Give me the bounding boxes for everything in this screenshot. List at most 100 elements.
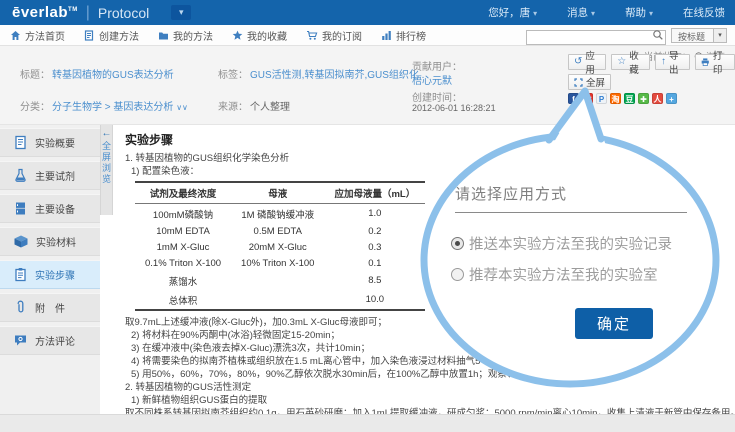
table-row: 1mM X-Gluc20mM X-Gluc0.3 <box>135 239 425 255</box>
nav-my-favorites[interactable]: 我的收藏 <box>232 28 287 43</box>
col-stock: 母液 <box>231 182 324 204</box>
sidebar-item-reagents[interactable]: 主要试剂 <box>0 161 100 190</box>
top-bar: ēverlabTM | Protocol ▾ 您好，唐 ▾ 消息 ▾ 帮助 ▾ … <box>0 0 735 25</box>
product-switch-chevron-icon[interactable]: ▾ <box>171 5 191 20</box>
new-document-icon <box>84 30 95 41</box>
category-label: 分类： <box>20 98 50 113</box>
apply-icon: ↺ <box>574 57 582 67</box>
nav-create-method[interactable]: 创建方法 <box>84 28 139 43</box>
radio-button[interactable] <box>451 237 464 250</box>
contributor-label: 贡献用户： <box>412 58 462 73</box>
method-title-link[interactable]: 转基因植物的GUS表达分析 <box>52 66 174 81</box>
help-menu[interactable]: 帮助 ▾ <box>625 5 653 20</box>
chevron-down-icon: ▾ <box>649 9 653 18</box>
share-xianguo-icon[interactable]: P <box>596 93 607 104</box>
dialog-option-push-to-records[interactable]: 推送本实验方法至我的实验记录 <box>451 233 672 254</box>
sidebar-item-label: 主要试剂 <box>35 168 75 183</box>
table-row: 0.1% Triton X-10010% Triton X-1000.1 <box>135 255 425 271</box>
option-label: 推荐本实验方法至我的实验室 <box>469 264 658 285</box>
step-line: 3) 在缓冲液中(染色液去掉X-Gluc)漂洗3次，共计10min； <box>125 342 735 355</box>
search-icon[interactable] <box>652 29 664 41</box>
chevron-down-icon: ▾ <box>533 9 537 18</box>
dialog-divider <box>455 212 687 213</box>
sidebar-item-steps[interactable]: 实验步骤 <box>0 260 100 289</box>
search-filter-select[interactable]: 按标题 ▾ <box>671 28 727 43</box>
fullscreen-button[interactable]: 全屏 <box>568 74 611 90</box>
favorite-button[interactable]: ☆收藏 <box>611 54 650 70</box>
category-path[interactable]: 分子生物学 > 基因表达分析 ∨∨ <box>52 98 188 113</box>
export-icon: ↑ <box>661 57 666 67</box>
sidebar-item-overview[interactable]: 实验概要 <box>0 128 100 157</box>
nav-rankings[interactable]: 排行榜 <box>381 28 426 43</box>
radio-button[interactable] <box>451 268 464 281</box>
share-taobao-icon[interactable]: 淘 <box>610 93 621 104</box>
cart-icon <box>306 30 318 41</box>
nav-items: 方法首页 创建方法 我的方法 我的收藏 我的订阅 排行榜 <box>10 28 426 43</box>
fullscreen-browse-handle[interactable]: ← 全屏浏览 <box>100 125 113 215</box>
nav-my-subscriptions[interactable]: 我的订阅 <box>306 28 362 43</box>
home-icon <box>10 30 21 41</box>
step-line: 取不同株系转基因拟南芥组织约0.1g，用石英砂研磨；加入1mL提取缓冲液，研成匀… <box>125 407 735 414</box>
search-input[interactable] <box>526 30 666 45</box>
dialog-option-recommend-to-lab[interactable]: 推荐本实验方法至我的实验室 <box>451 264 658 285</box>
footer-strip <box>0 414 735 432</box>
sidebar-item-equipment[interactable]: 主要设备 <box>0 194 100 223</box>
action-buttons: ↺应用 ☆收藏 ↑导出 打印 <box>568 54 735 70</box>
bar-chart-icon <box>381 30 392 41</box>
sidebar-item-label: 主要设备 <box>35 201 75 216</box>
page: ēverlabTM | Protocol ▾ 您好，唐 ▾ 消息 ▾ 帮助 ▾ … <box>0 0 735 432</box>
fullscreen-browse-label: 全屏浏览 <box>100 141 113 185</box>
messages-menu[interactable]: 消息 ▾ <box>567 5 595 20</box>
steps-heading: 实验步骤 <box>125 131 735 148</box>
step-line: 1) 新鲜植物组织GUS蛋白的提取 <box>125 394 735 407</box>
staining-solution-table: 试剂及最终浓度 母液 应加母液量（mL） 100mM磷酸钠1M 磷酸钠缓冲液1.… <box>135 181 425 311</box>
top-menu: 您好，唐 ▾ 消息 ▾ 帮助 ▾ 在线反馈 <box>488 5 725 20</box>
tags-label: 标签： <box>218 66 248 81</box>
box-icon <box>13 234 29 249</box>
comment-icon <box>13 333 28 348</box>
sidebar-item-materials[interactable]: 实验材料 <box>0 227 100 256</box>
title-label: 标题： <box>20 66 50 81</box>
confirm-button[interactable]: 确定 <box>575 308 653 339</box>
logo-group: ēverlabTM | Protocol ▾ <box>12 4 191 22</box>
nav-my-methods[interactable]: 我的方法 <box>158 28 213 43</box>
share-more-icon[interactable]: + <box>666 93 677 104</box>
section-line: 1. 转基因植物的GUS组织化学染色分析 <box>125 152 735 165</box>
print-button[interactable]: 打印 <box>695 54 735 70</box>
share-weibo-icon[interactable]: 微 <box>582 93 593 104</box>
section-line: 2. 转基因植物的GUS活性测定 <box>125 381 735 394</box>
contributor-link[interactable]: 梧心元默 <box>412 72 452 87</box>
share-renren-icon[interactable]: 人 <box>652 93 663 104</box>
user-menu[interactable]: 您好，唐 ▾ <box>488 5 537 20</box>
search-box <box>526 28 666 43</box>
method-tags[interactable]: GUS活性测,转基因拟南芥,GUS组织化.. <box>250 66 424 81</box>
feedback-link[interactable]: 在线反馈 <box>683 5 725 20</box>
apply-button[interactable]: ↺应用 <box>568 54 606 70</box>
printer-icon <box>701 57 710 67</box>
share-douban-icon[interactable]: 豆 <box>624 93 635 104</box>
sidebar-item-attachments[interactable]: 附 件 <box>0 293 100 322</box>
sidebar-item-label: 附 件 <box>35 300 65 315</box>
flask-icon <box>13 168 28 183</box>
table-row: 蒸馏水8.5 <box>135 271 425 290</box>
share-icons-row: f 微 P 淘 豆 ✚ 人 + <box>568 93 677 104</box>
arrow-left-icon: ← <box>102 129 112 139</box>
nav-bar: 方法首页 创建方法 我的方法 我的收藏 我的订阅 排行榜 <box>0 25 735 46</box>
step-line: 5) 用50%，60%，70%，80%，90%乙醇依次脱水30min后，在100… <box>125 368 735 381</box>
option-label: 推送本实验方法至我的实验记录 <box>469 233 672 254</box>
star-icon <box>232 30 243 41</box>
sidebar-item-comments[interactable]: 方法评论 <box>0 326 100 355</box>
nav-method-home[interactable]: 方法首页 <box>10 28 65 43</box>
folder-icon <box>158 30 169 41</box>
col-reagent: 试剂及最终浓度 <box>135 182 231 204</box>
share-qzone-icon[interactable]: ✚ <box>638 93 649 104</box>
table-row: 10mM EDTA0.5M EDTA0.2 <box>135 223 425 239</box>
chevron-down-icon: ∨∨ <box>176 103 188 112</box>
trademark: TM <box>68 7 78 13</box>
source-value: 个人整理 <box>250 98 290 113</box>
sidebar-item-label: 方法评论 <box>35 333 75 348</box>
export-button[interactable]: ↑导出 <box>655 54 690 70</box>
step-line: 1) 配置染色液： <box>125 165 735 178</box>
share-facebook-icon[interactable]: f <box>568 93 579 104</box>
method-meta-panel: 当前状态： ◉ 浏览 标题： 转基因植物的GUS表达分析 标签： GUS活性测,… <box>0 46 735 125</box>
